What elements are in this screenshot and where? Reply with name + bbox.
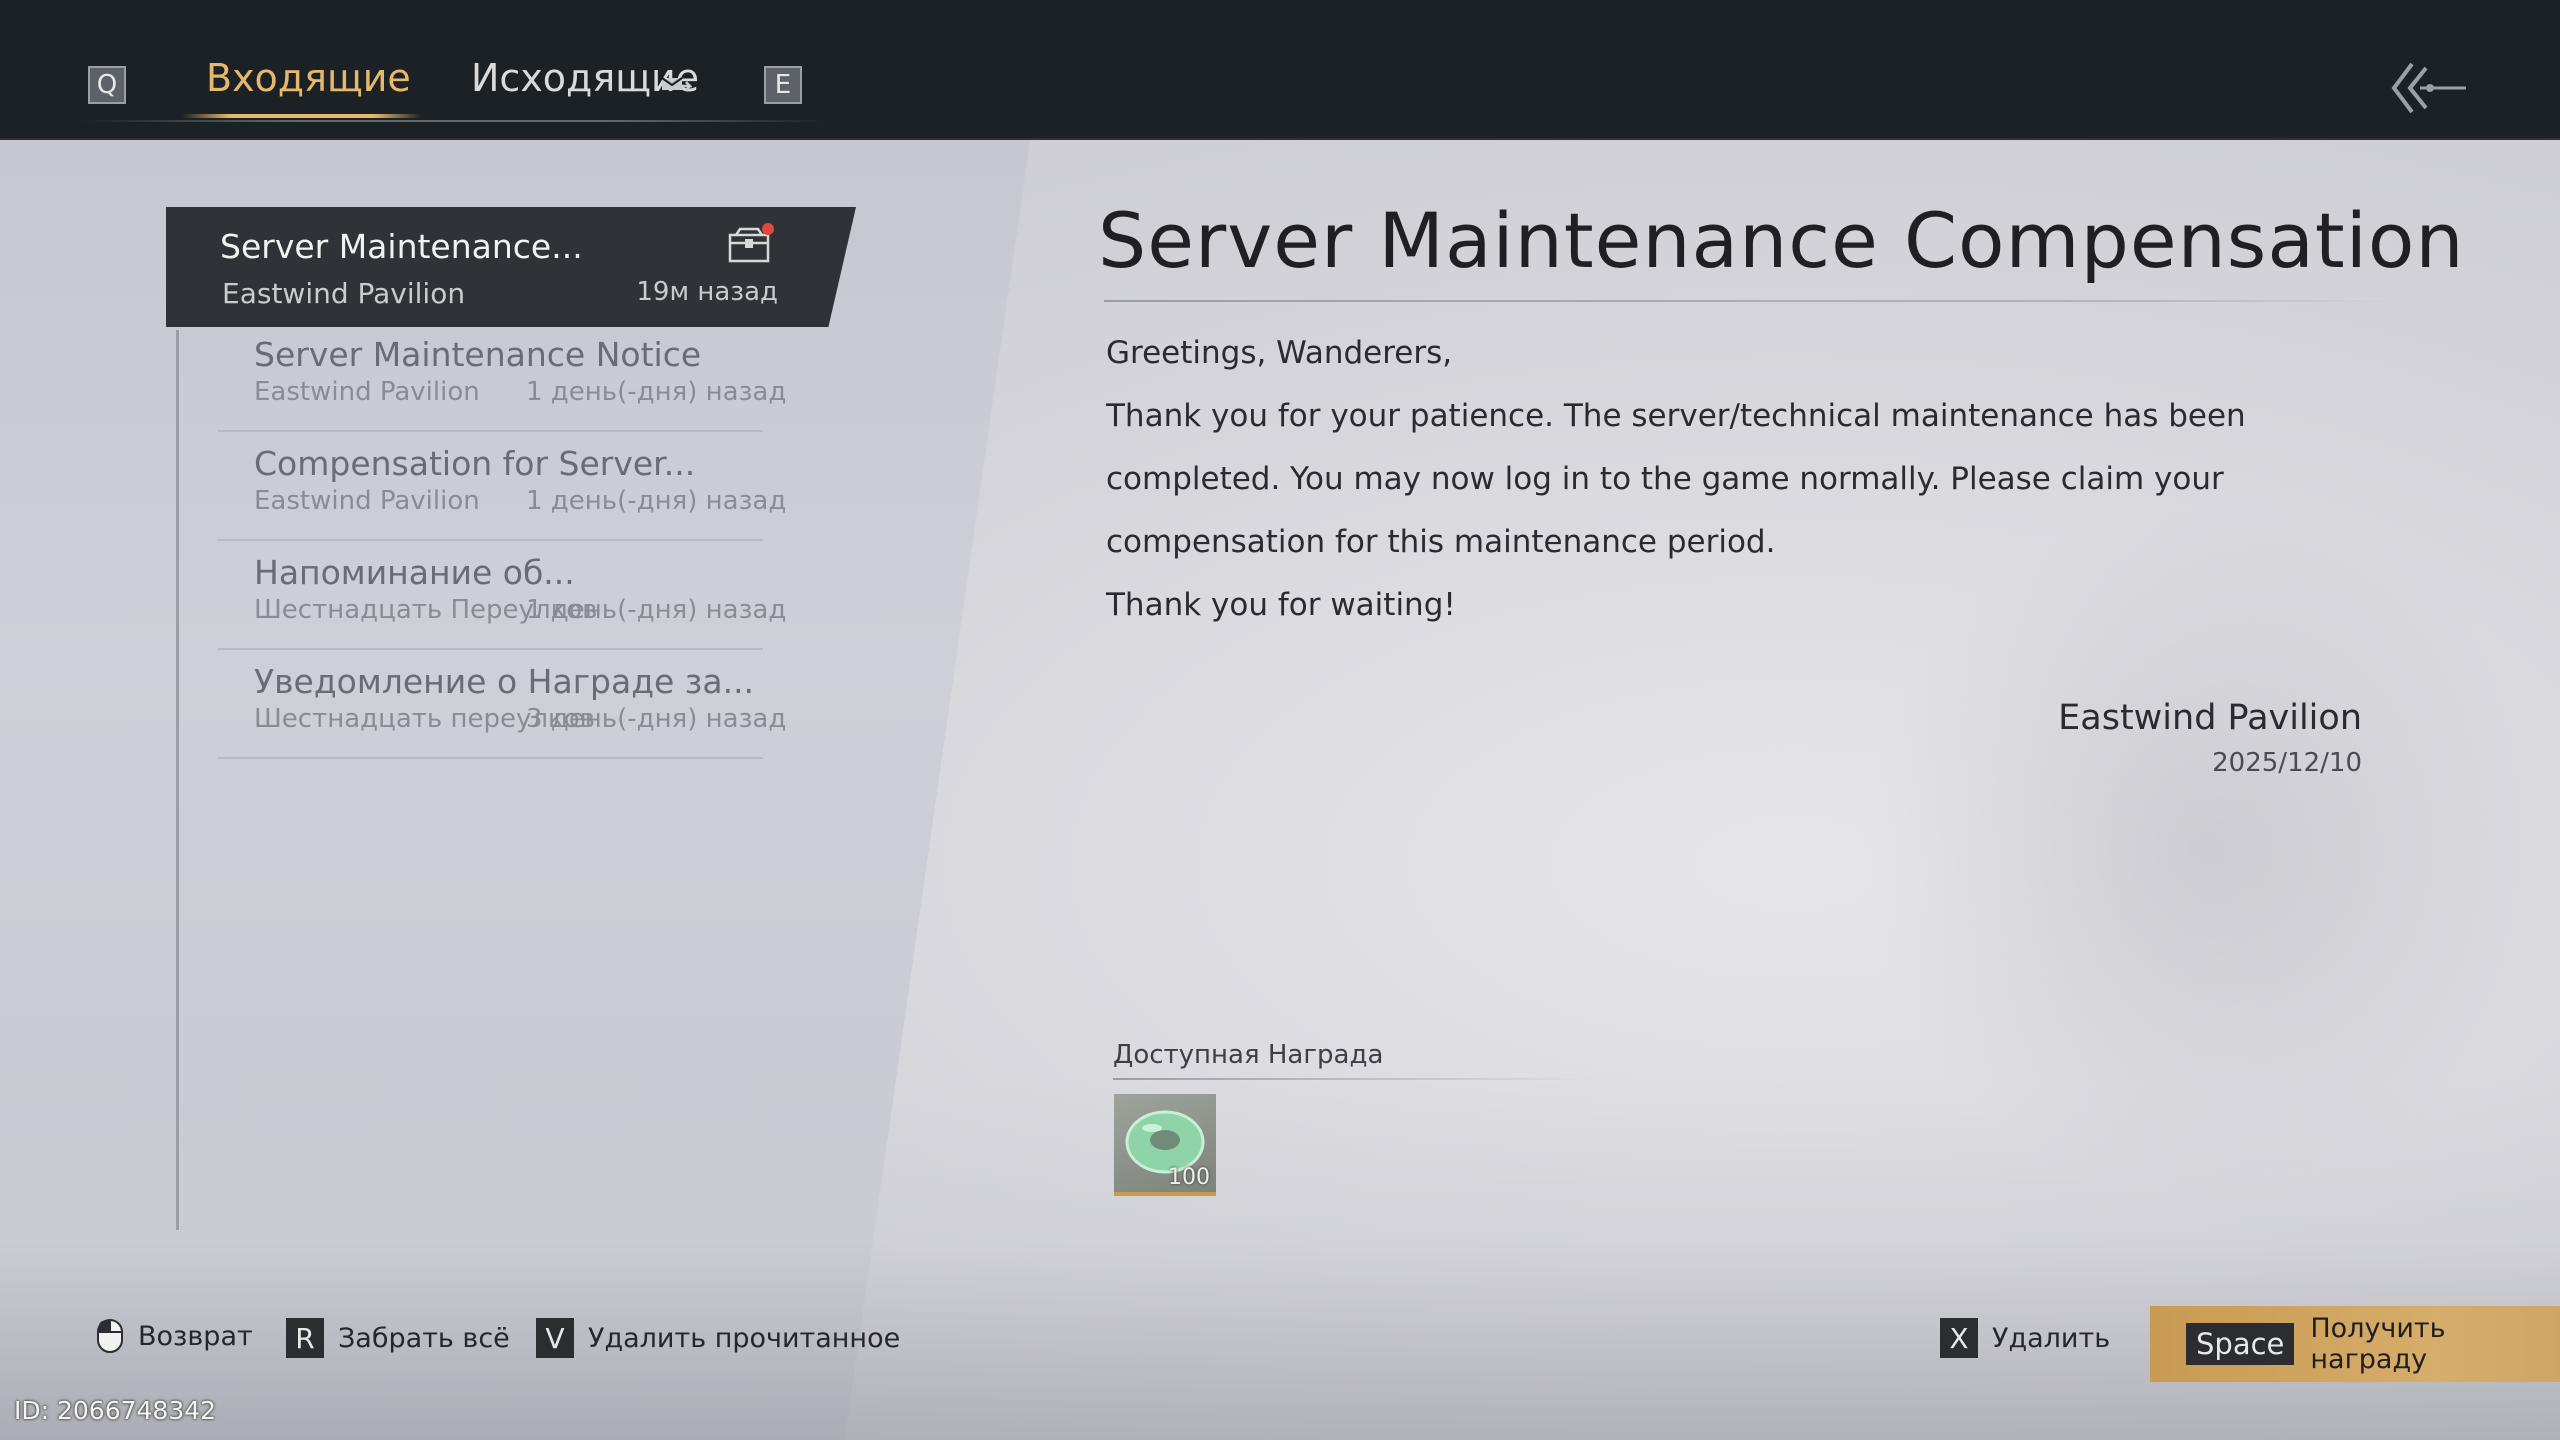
user-id: ID: 2066748342 [14, 1396, 217, 1425]
delete-read-key: V [536, 1318, 574, 1358]
delete-key: X [1940, 1318, 1978, 1358]
mail-sender: Eastwind Pavilion [254, 486, 480, 516]
title-divider [1104, 300, 2394, 302]
mail-paragraph: Thank you for your patience. The server/… [1106, 398, 2246, 560]
mail-subject: Compensation for Server... [254, 444, 696, 483]
back-label: Возврат [138, 1320, 253, 1352]
delete-button[interactable]: X Удалить [1940, 1318, 2110, 1358]
mail-signature: Eastwind Pavilion [2058, 698, 2362, 738]
tab-inbox[interactable]: Входящие [206, 56, 411, 100]
mail-time: 1 день(-дня) назад [526, 595, 787, 625]
attachment-chest-icon [728, 223, 774, 263]
mail-item[interactable]: Compensation for Server... Eastwind Pavi… [218, 434, 786, 541]
mail-date: 2025/12/10 [2212, 748, 2362, 778]
mail-item[interactable]: Напоминание об... Шестнадцать Переулков … [218, 543, 786, 650]
top-bar: Q Входящие Исходящие E [0, 0, 2560, 140]
delete-read-button[interactable]: V Удалить прочитанное [536, 1318, 900, 1358]
mail-sender: Eastwind Pavilion [222, 277, 466, 310]
reward-divider [1113, 1078, 1603, 1080]
mail-greeting: Greetings, Wanderers, [1106, 335, 1453, 371]
back-hint[interactable]: Возврат [96, 1318, 253, 1354]
mail-subject: Напоминание об... [254, 553, 575, 592]
mail-subject: Server Maintenance... [220, 227, 583, 266]
mail-time: 19м назад [636, 277, 778, 307]
mail-sender: Eastwind Pavilion [254, 377, 480, 407]
list-timeline [176, 330, 179, 1230]
mail-item-selected[interactable]: Server Maintenance... Eastwind Pavilion … [166, 207, 856, 327]
mail-time: 1 день(-дня) назад [526, 486, 787, 516]
reward-quantity: 100 [1168, 1165, 1210, 1190]
claim-all-key: R [286, 1318, 324, 1358]
active-tab-indicator [182, 114, 422, 118]
mail-item[interactable]: Server Maintenance Notice Eastwind Pavil… [218, 325, 786, 432]
mail-body: Greetings, Wanderers, Thank you for your… [1106, 322, 2406, 637]
reward-label: Доступная Награда [1113, 1040, 1384, 1070]
back-arrow-icon[interactable] [2390, 58, 2468, 118]
claim-all-button[interactable]: R Забрать всё [286, 1318, 510, 1358]
tab-divider [80, 120, 830, 122]
mail-time: 1 день(-дня) назад [526, 377, 787, 407]
background-fog [0, 1080, 2560, 1440]
mail-subject: Уведомление о Награде за... [254, 662, 755, 701]
claim-label: Получить награду [2310, 1313, 2446, 1375]
reward-item[interactable]: 100 [1114, 1094, 1216, 1196]
mail-subject: Server Maintenance Notice [254, 335, 702, 374]
mouse-icon [97, 1319, 123, 1353]
delete-label: Удалить [1992, 1322, 2111, 1354]
outbox-mail-icon [661, 77, 692, 91]
mail-closing: Thank you for waiting! [1106, 587, 1456, 623]
mail-time: 3 день(-дня) назад [526, 704, 787, 734]
prev-tab-key[interactable]: Q [88, 66, 126, 104]
delete-read-label: Удалить прочитанное [588, 1322, 901, 1354]
next-tab-key[interactable]: E [764, 66, 802, 104]
claim-all-label: Забрать всё [338, 1322, 510, 1354]
claim-key: Space [2186, 1323, 2295, 1365]
claim-reward-button[interactable]: Space Получить награду [2150, 1306, 2560, 1382]
mail-item[interactable]: Уведомление о Награде за... Шестнадцать … [218, 652, 786, 759]
mail-title: Server Maintenance Compensation [1098, 196, 2465, 285]
